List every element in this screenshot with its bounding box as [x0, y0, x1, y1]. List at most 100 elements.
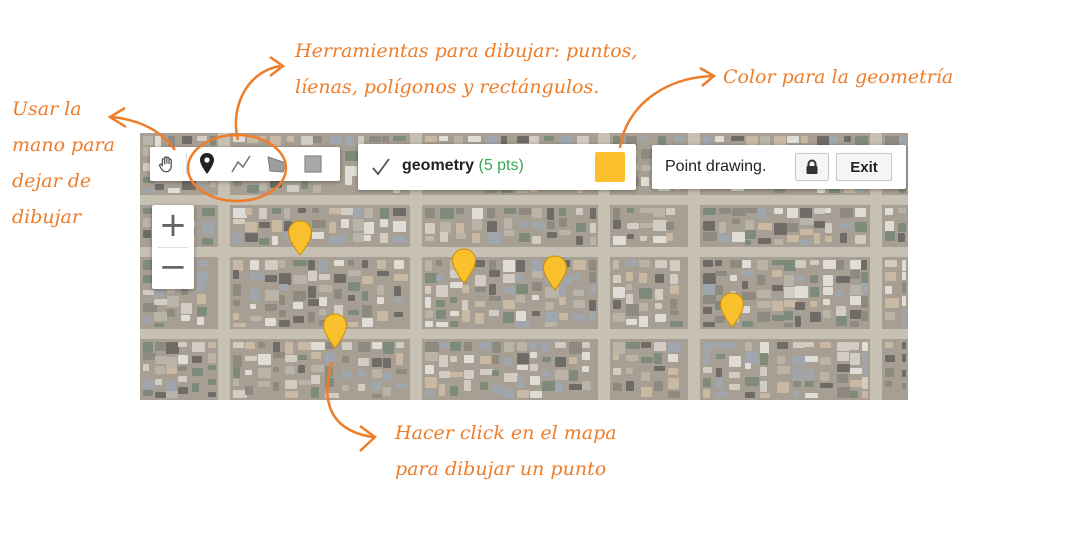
building: [745, 240, 752, 245]
building: [425, 342, 439, 353]
building: [558, 312, 568, 321]
building: [479, 342, 492, 349]
map-marker[interactable]: [542, 255, 568, 291]
building: [901, 383, 906, 389]
building: [757, 260, 769, 271]
layer-color-swatch[interactable]: [595, 152, 625, 182]
map-marker[interactable]: [322, 313, 348, 349]
building: [792, 391, 800, 398]
building: [589, 299, 596, 312]
building: [371, 382, 382, 390]
building: [823, 286, 834, 296]
building: [436, 284, 448, 297]
checkmark-icon: [372, 158, 390, 176]
building: [286, 136, 295, 143]
line-tool-button[interactable]: [224, 147, 258, 181]
satellite-map[interactable]: + − geometry (5 pts) Point drawing. Exit: [140, 133, 908, 400]
building: [207, 379, 216, 385]
zoom-out-button[interactable]: −: [152, 247, 194, 289]
building: [333, 273, 346, 284]
annotation-color: Color para la geometría: [723, 66, 954, 88]
building: [259, 136, 267, 142]
building: [639, 287, 652, 300]
building: [472, 232, 481, 243]
building: [298, 354, 308, 361]
building: [590, 208, 596, 219]
street: [140, 195, 908, 205]
building: [613, 368, 621, 375]
building: [759, 366, 767, 376]
building: [805, 342, 814, 348]
building: [589, 284, 596, 293]
building: [728, 383, 740, 390]
building: [613, 312, 625, 322]
building: [436, 260, 443, 266]
building: [383, 342, 394, 354]
building: [492, 342, 501, 354]
building: [703, 321, 716, 327]
map-marker[interactable]: [451, 248, 477, 284]
building: [745, 342, 752, 352]
building: [503, 300, 516, 309]
building: [532, 222, 547, 230]
building: [381, 136, 389, 142]
building: [641, 164, 652, 172]
building: [670, 274, 678, 285]
building: [143, 363, 150, 372]
building: [488, 260, 496, 271]
building: [364, 208, 373, 218]
exit-button[interactable]: Exit: [836, 153, 892, 181]
building: [361, 290, 368, 301]
building: [703, 377, 711, 388]
building: [547, 208, 555, 220]
building: [377, 285, 384, 295]
building: [345, 136, 354, 146]
layer-checkbox[interactable]: [370, 156, 392, 178]
building: [312, 219, 326, 228]
building: [519, 232, 531, 243]
building: [718, 221, 726, 234]
building: [823, 310, 831, 319]
map-marker[interactable]: [287, 220, 313, 256]
building: [449, 310, 459, 316]
hand-tool-button[interactable]: [150, 147, 184, 181]
building: [324, 366, 333, 378]
lock-button[interactable]: [795, 153, 829, 181]
building: [272, 366, 280, 372]
building: [166, 368, 178, 374]
building: [666, 232, 673, 241]
building: [626, 208, 634, 214]
building: [340, 234, 347, 243]
building: [901, 282, 906, 294]
building: [272, 382, 279, 392]
building: [383, 373, 392, 381]
marker-tool-button[interactable]: [190, 147, 224, 181]
building: [487, 220, 498, 232]
building: [265, 317, 276, 327]
building: [329, 222, 336, 234]
map-marker[interactable]: [719, 292, 745, 328]
building: [666, 208, 676, 215]
building: [794, 301, 806, 311]
building: [364, 222, 375, 235]
building: [783, 260, 796, 272]
building: [319, 285, 333, 293]
building: [425, 208, 436, 219]
building: [855, 235, 867, 244]
building: [308, 270, 318, 282]
building: [340, 208, 354, 215]
building: [358, 370, 366, 378]
polygon-tool-button[interactable]: [260, 147, 294, 181]
building: [347, 322, 359, 327]
building: [860, 282, 868, 293]
rectangle-tool-button[interactable]: [296, 147, 330, 181]
building: [639, 260, 651, 268]
building: [245, 369, 253, 376]
zoom-in-button[interactable]: +: [152, 205, 194, 247]
building: [787, 208, 798, 218]
building: [479, 356, 491, 365]
building: [730, 136, 744, 142]
building: [425, 388, 434, 398]
building: [673, 136, 685, 142]
building: [541, 381, 556, 391]
